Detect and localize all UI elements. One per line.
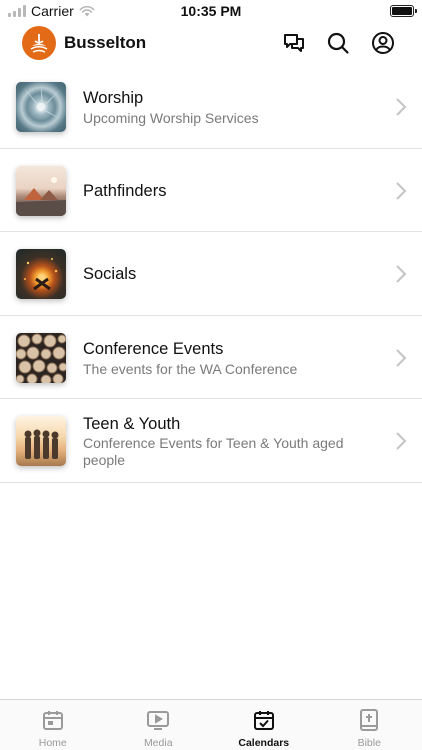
calendar-check-icon <box>253 711 274 730</box>
home-calendar-icon <box>42 711 63 730</box>
church-logo-icon[interactable] <box>22 26 56 60</box>
list-item-worship[interactable]: Worship Upcoming Worship Services <box>0 65 422 149</box>
pathfinders-thumbnail <box>16 165 66 216</box>
tab-media-label: Media <box>143 737 173 749</box>
app-title: Busselton <box>64 33 147 52</box>
socials-thumbnail <box>16 249 66 299</box>
socials-title: Socials <box>83 265 137 283</box>
chevron-right-icon <box>396 98 407 116</box>
teen-youth-thumbnail <box>16 416 66 466</box>
tab-calendars[interactable]: Calendars <box>211 700 317 750</box>
tab-home-label: Home <box>38 737 67 749</box>
teen-youth-title: Teen & Youth <box>83 415 181 433</box>
pathfinders-title: Pathfinders <box>83 181 167 200</box>
chevron-right-icon <box>396 181 407 200</box>
conference-events-subtitle: The events for the WA Conference <box>83 360 298 377</box>
chevron-right-icon <box>396 265 407 283</box>
messages-icon[interactable] <box>281 30 307 56</box>
teen-youth-subtitle: Conference Events for Teen & Youth aged … <box>83 435 344 468</box>
list-item-conference-events[interactable]: Conference Events The events for the WA … <box>0 316 422 399</box>
conference-events-thumbnail <box>16 332 66 383</box>
chevron-right-icon <box>396 348 407 367</box>
list-item-socials[interactable]: Socials <box>0 232 422 316</box>
worship-subtitle: Upcoming Worship Services <box>83 110 259 126</box>
search-icon[interactable] <box>325 30 351 56</box>
list-item-teen-youth[interactable]: Teen & Youth Conference Events for Teen … <box>0 399 422 483</box>
tab-calendars-label: Calendars <box>238 737 290 749</box>
status-time: 10:35 PM <box>180 3 242 19</box>
media-play-icon <box>147 711 170 730</box>
account-icon[interactable] <box>370 30 396 56</box>
calendar-list: Worship Upcoming Worship Services Pathfi… <box>0 65 422 483</box>
chevron-right-icon <box>396 432 407 450</box>
tab-bar: Home Media Calendars Bible <box>0 699 422 750</box>
tab-bible[interactable]: Bible <box>317 700 422 750</box>
tab-home[interactable]: Home <box>0 700 106 750</box>
battery-icon <box>390 5 417 17</box>
worship-thumbnail <box>16 82 66 132</box>
worship-title: Worship <box>83 89 144 107</box>
app-header: Busselton <box>0 25 422 63</box>
tab-bible-label: Bible <box>357 737 381 749</box>
list-item-pathfinders[interactable]: Pathfinders <box>0 149 422 232</box>
status-bar: Carrier 10:35 PM <box>0 0 422 22</box>
conference-events-title: Conference Events <box>83 339 224 358</box>
bible-icon <box>360 709 379 731</box>
tab-media[interactable]: Media <box>106 700 212 750</box>
